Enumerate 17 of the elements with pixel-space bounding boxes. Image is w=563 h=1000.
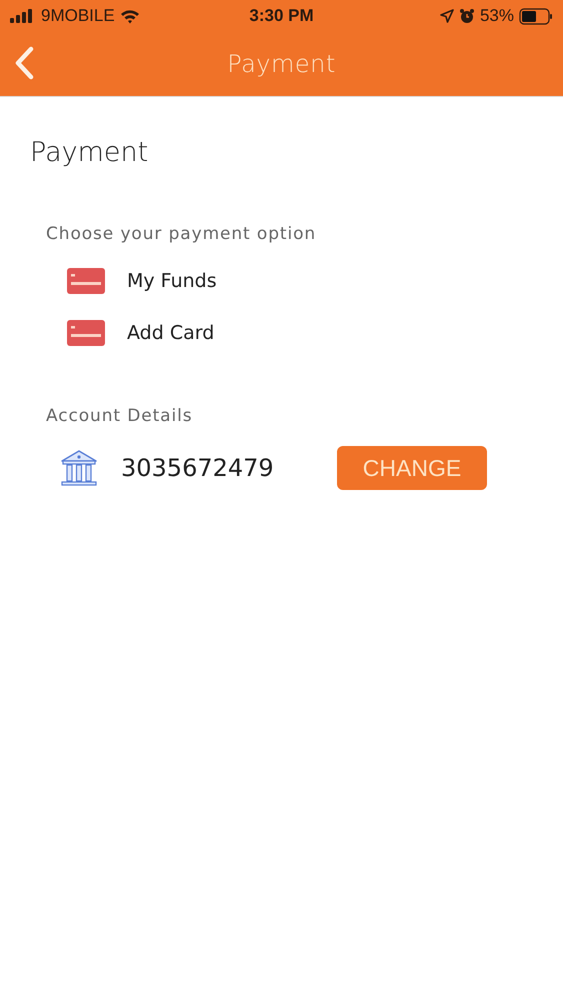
payment-option[interactable]: Add Card: [127, 322, 214, 344]
section-label: Choose your payment option: [46, 224, 316, 244]
battery-percentage: 53%: [480, 6, 514, 26]
card-icon: [67, 268, 105, 294]
card-icon: [67, 320, 105, 346]
status-time: 3:30 PM: [249, 6, 314, 26]
bank-icon: [60, 449, 98, 487]
carrier-name: 9MOBILE: [41, 6, 115, 26]
nav-title: Payment: [227, 50, 336, 78]
page-heading: Payment: [30, 137, 148, 168]
account-number: 3035672479: [121, 454, 275, 482]
wifi-icon: [120, 8, 140, 24]
payment-option[interactable]: My Funds: [127, 270, 217, 292]
alarm-clock-icon: [458, 8, 475, 24]
location-arrow-icon: [440, 9, 454, 23]
section-label: Account Details: [46, 406, 192, 426]
battery-icon: [519, 8, 553, 24]
